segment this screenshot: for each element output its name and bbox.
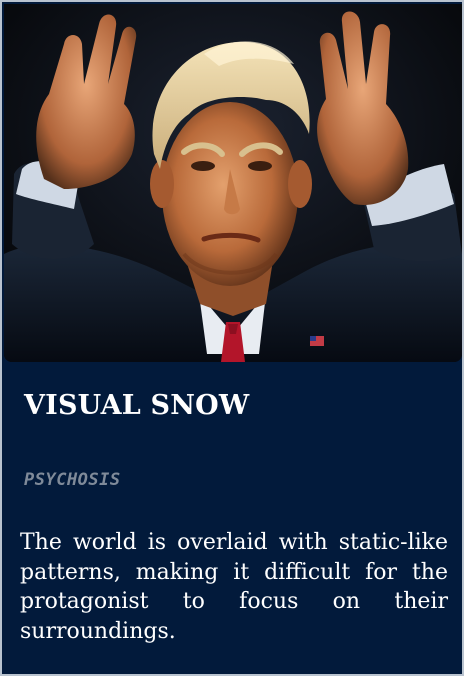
card-type-tag: PSYCHOSIS (24, 470, 121, 490)
card-artwork (4, 4, 462, 362)
card-description: The world is overlaid with static-like p… (20, 530, 448, 644)
card-title: VISUAL SNOW (24, 390, 250, 421)
card: VISUAL SNOW PSYCHOSIS The world is overl… (0, 0, 464, 676)
